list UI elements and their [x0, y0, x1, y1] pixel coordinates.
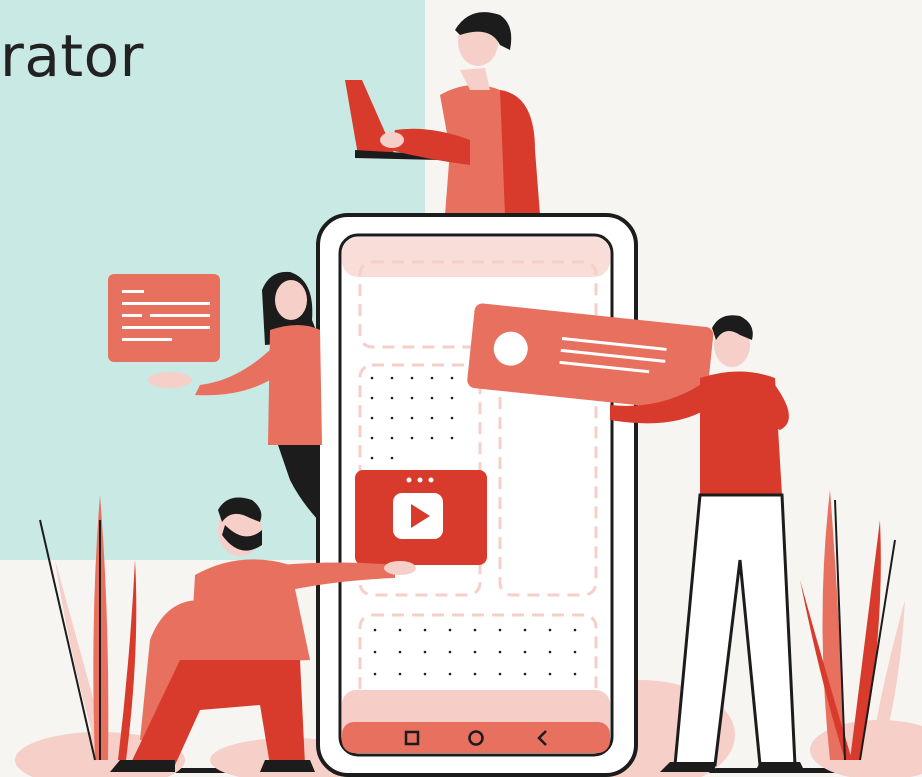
team-app-illustration	[15, 12, 922, 777]
video-card	[355, 470, 487, 565]
man-with-laptop	[345, 12, 540, 215]
plant-left	[39, 495, 137, 761]
chat-card-left	[108, 274, 220, 362]
plant-right	[800, 490, 905, 761]
